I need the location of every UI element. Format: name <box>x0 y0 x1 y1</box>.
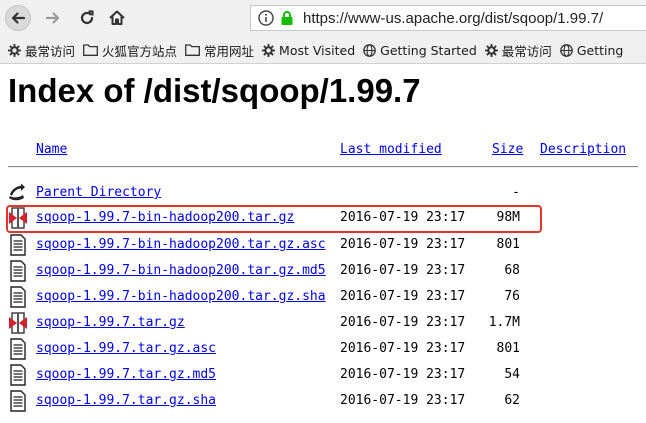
file-link[interactable]: sqoop-1.99.7.tar.gz.sha <box>36 393 216 408</box>
file-modified: 2016-07-19 23:17 <box>340 341 466 356</box>
info-icon[interactable] <box>257 10 275 26</box>
parent-directory-link[interactable]: Parent Directory <box>36 185 161 200</box>
bookmark-most-visited[interactable]: Most Visited <box>262 43 355 58</box>
table-row: sqoop-1.99.7-bin-hadoop200.tar.gz.md5 20… <box>0 259 646 283</box>
arrow-right-icon <box>45 12 60 24</box>
text-file-icon <box>10 234 26 256</box>
file-link[interactable]: sqoop-1.99.7.tar.gz.asc <box>36 341 216 356</box>
text-file-icon <box>10 390 26 412</box>
back-button[interactable] <box>5 5 31 31</box>
file-link[interactable]: sqoop-1.99.7-bin-hadoop200.tar.gz.asc <box>36 237 326 252</box>
file-modified: 2016-07-19 23:17 <box>340 289 466 304</box>
address-bar[interactable]: https://www-us.apache.org/dist/sqoop/1.9… <box>250 5 646 31</box>
reload-button[interactable] <box>74 5 100 31</box>
bookmark-common-sites[interactable]: 常用网址 <box>185 41 254 60</box>
table-row: sqoop-1.99.7.tar.gz 2016-07-19 23:17 1.7… <box>0 311 646 335</box>
globe-icon <box>363 43 376 57</box>
file-link[interactable]: sqoop-1.99.7.tar.gz.md5 <box>36 367 216 382</box>
file-size: 62 <box>504 393 520 408</box>
home-icon <box>109 10 125 25</box>
text-file-icon <box>10 364 26 386</box>
bookmarks-bar: 最常访问 火狐官方站点 常用网址 Most Visited Getting St… <box>0 37 646 64</box>
browser-toolbar: https://www-us.apache.org/dist/sqoop/1.9… <box>0 0 646 37</box>
archive-icon <box>9 312 27 334</box>
bookmark-firefox-official[interactable]: 火狐官方站点 <box>83 41 177 60</box>
folder-icon <box>185 44 200 56</box>
parent-directory-row: Parent Directory - <box>0 181 646 205</box>
file-modified: 2016-07-19 23:17 <box>340 263 466 278</box>
reload-icon <box>80 10 94 25</box>
home-button[interactable] <box>104 5 130 31</box>
sort-by-name-link[interactable]: Name <box>36 142 67 157</box>
sort-by-size-link[interactable]: Size <box>492 142 523 157</box>
page-title: Index of /dist/sqoop/1.99.7 <box>8 72 421 109</box>
parent-size: - <box>512 185 520 200</box>
sort-by-last-modified-link[interactable]: Last modified <box>340 142 442 157</box>
bookmark-most-visited-cn[interactable]: 最常访问 <box>8 41 75 60</box>
file-modified: 2016-07-19 23:17 <box>340 237 466 252</box>
text-file-icon <box>10 286 26 308</box>
file-size: 1.7M <box>488 315 520 330</box>
file-modified: 2016-07-19 23:17 <box>340 367 466 382</box>
bookmark-most-visited-cn-2[interactable]: 最常访问 <box>484 41 552 60</box>
file-size: 68 <box>504 263 520 278</box>
text-file-icon <box>10 338 26 360</box>
file-link[interactable]: sqoop-1.99.7-bin-hadoop200.tar.gz.md5 <box>36 263 326 278</box>
back-arrow-icon <box>9 183 25 201</box>
table-row: sqoop-1.99.7.tar.gz.md5 2016-07-19 23:17… <box>0 363 646 387</box>
file-link[interactable]: sqoop-1.99.7.tar.gz <box>36 315 185 330</box>
file-link[interactable]: sqoop-1.99.7-bin-hadoop200.tar.gz.sha <box>36 289 326 304</box>
gear-icon <box>262 43 276 57</box>
globe-icon <box>559 43 573 57</box>
table-row: sqoop-1.99.7-bin-hadoop200.tar.gz.sha 20… <box>0 285 646 309</box>
table-row: sqoop-1.99.7.tar.gz.asc 2016-07-19 23:17… <box>0 337 646 361</box>
table-row: sqoop-1.99.7.tar.gz.sha 2016-07-19 23:17… <box>0 389 646 413</box>
bookmark-getting-started[interactable]: Getting Started <box>363 43 477 58</box>
file-size: 801 <box>496 237 520 252</box>
forward-button[interactable] <box>40 5 66 31</box>
gear-icon <box>484 43 498 57</box>
url-text[interactable]: https://www-us.apache.org/dist/sqoop/1.9… <box>303 10 603 27</box>
folder-icon <box>83 44 98 56</box>
table-row: sqoop-1.99.7-bin-hadoop200.tar.gz.asc 20… <box>0 233 646 257</box>
highlight-box <box>6 205 542 233</box>
bookmark-getting[interactable]: Getting <box>559 43 623 58</box>
sort-by-description-link[interactable]: Description <box>540 142 626 157</box>
arrow-left-icon <box>11 12 26 24</box>
lock-icon[interactable] <box>279 10 295 26</box>
file-modified: 2016-07-19 23:17 <box>340 315 466 330</box>
header-divider <box>8 166 638 168</box>
gear-icon <box>8 43 21 57</box>
file-modified: 2016-07-19 23:17 <box>340 393 466 408</box>
file-size: 76 <box>504 289 520 304</box>
file-size: 801 <box>496 341 520 356</box>
file-size: 54 <box>504 367 520 382</box>
text-file-icon <box>10 260 26 282</box>
